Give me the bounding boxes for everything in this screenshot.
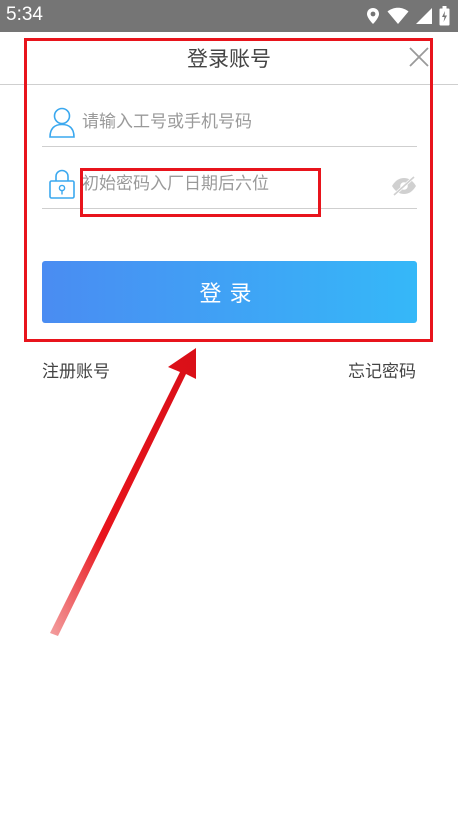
close-icon[interactable] [408,46,430,68]
register-link[interactable]: 注册账号 [42,357,110,382]
status-time: 5:34 [6,4,43,25]
location-icon [367,8,379,24]
login-button[interactable]: 登录 [42,261,417,323]
password-input[interactable] [82,170,382,198]
header: 登录账号 [0,32,458,85]
wifi-icon [387,7,409,24]
page-title: 登录账号 [187,47,271,71]
signal-icon [416,8,432,24]
forgot-password-link[interactable]: 忘记密码 [348,357,416,382]
password-field [42,162,417,209]
user-icon [49,107,75,138]
status-icons [366,6,450,26]
username-input[interactable] [82,108,382,136]
status-bar: 5:34 [0,0,458,32]
battery-icon [439,6,450,26]
lock-icon [49,169,75,199]
eye-off-icon[interactable] [391,176,417,196]
username-field [42,100,417,147]
